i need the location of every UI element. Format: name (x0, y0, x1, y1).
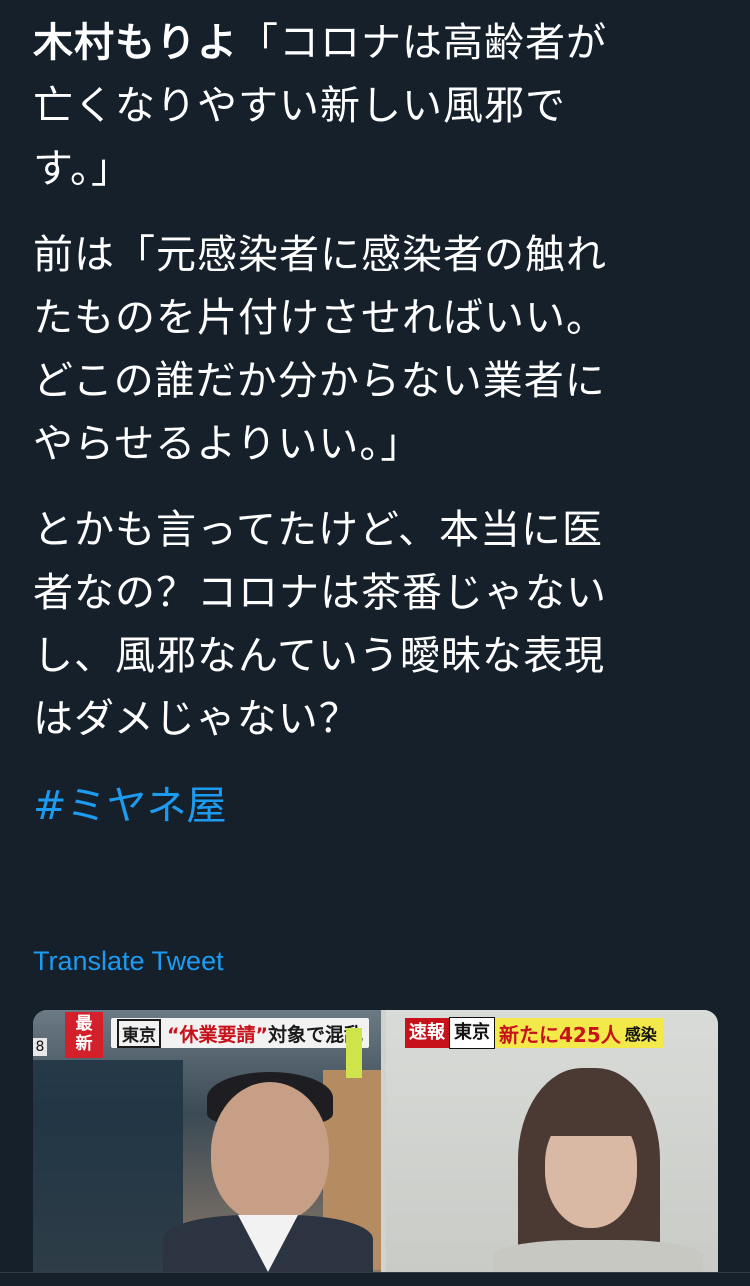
bottom-divider (0, 1272, 750, 1286)
guest-bangs (538, 1080, 644, 1136)
latest-news-tag: 最 新 (65, 1012, 103, 1058)
ticker-place: 東京 (117, 1018, 161, 1048)
translate-tweet-link[interactable]: Translate Tweet (33, 946, 224, 977)
hashtag-link[interactable]: #ミヤネ屋 (33, 776, 227, 836)
ticker-place-right: 東京 (449, 1017, 495, 1049)
guest-clothes (493, 1240, 703, 1272)
tweet-media-image[interactable]: 8 最 新 東京 “休業要請” 対象で混乱 速報 東京 新たに425人 感染 (33, 1010, 718, 1272)
ticker-side-strip (346, 1028, 362, 1078)
right-news-ticker: 速報 東京 新たに425人 感染 (405, 1017, 663, 1049)
tweet-paragraph-1: 木村もりよ「コロナは高齢者が 亡くなりやすい新しい風邪で す。」 (33, 12, 723, 201)
left-news-ticker: 東京 “休業要請” 対象で混乱 (111, 1018, 369, 1048)
anchor-face (211, 1082, 329, 1222)
breaking-news-badge: 速報 (405, 1018, 449, 1048)
infection-count: 新たに425人 (499, 1022, 621, 1047)
tweet-body: 木村もりよ「コロナは高齢者が 亡くなりやすい新しい風邪で す。」 前は「元感染者… (33, 12, 723, 836)
studio-background (33, 1060, 183, 1272)
tweet-paragraph-2: 前は「元感染者に感染者の触れ たものを片付けさせればいい。 どこの誰だか分からな… (33, 232, 607, 467)
infection-suffix: 感染 (624, 1025, 657, 1044)
split-divider (381, 1010, 386, 1272)
tweet-paragraph-3: とかも言ってたけど、本当に医 者なの？コロナは茶番じゃない し、風邪なんていう曖… (33, 507, 607, 742)
ticker-quote: “休業要請” (167, 1023, 268, 1046)
quoted-person-name: 木村もりよ (33, 20, 238, 66)
channel-number: 8 (33, 1038, 47, 1056)
